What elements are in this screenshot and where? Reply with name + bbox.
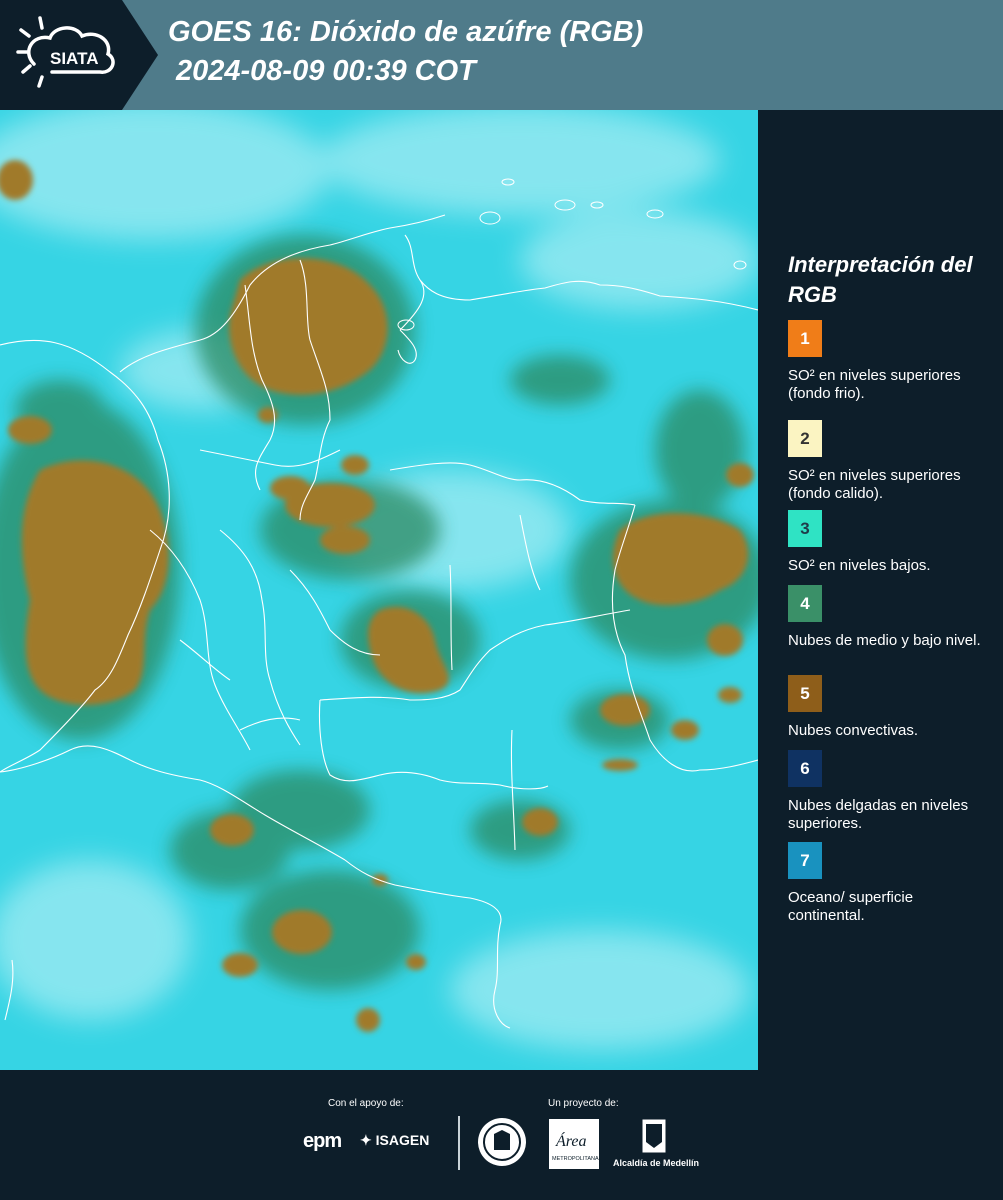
legend-swatch-1: 1: [788, 320, 822, 357]
siata-logo: SIATA: [16, 16, 115, 88]
siata-logo-panel: SIATA: [0, 0, 158, 110]
support-caption: Con el apoyo de:: [328, 1098, 404, 1109]
project-caption: Un proyecto de:: [548, 1098, 619, 1109]
legend-label-2: SO² en niveles superiores (fondo calido)…: [788, 467, 961, 502]
alcaldia-label: Alcaldía de Medellín: [613, 1158, 700, 1168]
alcaldia-escudo-icon: [642, 1119, 666, 1153]
legend-swatch-6: 6: [788, 750, 822, 787]
legend-label-1: SO² en niveles superiores (fondo frio).: [788, 367, 961, 402]
legend-label-4: Nubes de medio y bajo nivel.: [788, 632, 981, 649]
legend-swatch-4: 4: [788, 585, 822, 622]
area-metropolitana-logo: Área METROPOLITANA: [549, 1119, 599, 1169]
satellite-imagery: [0, 110, 758, 1070]
footer-divider: [458, 1116, 460, 1170]
siata-logo-text: SIATA: [50, 49, 98, 68]
epm-logo: epm: [303, 1130, 342, 1152]
legend-label-3: SO² en niveles bajos.: [788, 557, 931, 574]
satellite-map: [0, 110, 758, 1070]
legend-label-5: Nubes convectivas.: [788, 722, 919, 739]
header-bar: SIATA GOES 16: Dióxido de azúfre (RGB) 2…: [0, 0, 1003, 110]
footer-bar: Con el apoyo de: Un proyecto de: epm ✦ I…: [0, 1070, 1003, 1200]
legend-label-6: Nubes delgadas en niveles superiores.: [788, 797, 969, 832]
isagen-logo: ✦ ISAGEN: [360, 1132, 430, 1148]
medellin-seal-logo: [478, 1118, 526, 1166]
legend-panel: Interpretación del RGB 1 SO² en niveles s…: [760, 110, 1003, 1070]
timestamp: 2024-08-09 00:39 COT: [176, 55, 476, 87]
svg-text:METROPOLITANA: METROPOLITANA: [552, 1156, 599, 1162]
legend-swatch-2: 2: [788, 420, 822, 457]
legend-swatch-7: 7: [788, 842, 822, 879]
legend-label-7: Oceano/ superficie continental.: [788, 889, 914, 924]
legend-swatch-5: 5: [788, 675, 822, 712]
legend-title: Interpretación del RGB: [788, 252, 973, 307]
page-title: GOES 16: Dióxido de azúfre (RGB): [168, 16, 644, 48]
svg-text:Área: Área: [555, 1131, 587, 1150]
legend-swatch-3: 3: [788, 510, 822, 547]
isagen-logo-text: ISAGEN: [375, 1132, 430, 1148]
